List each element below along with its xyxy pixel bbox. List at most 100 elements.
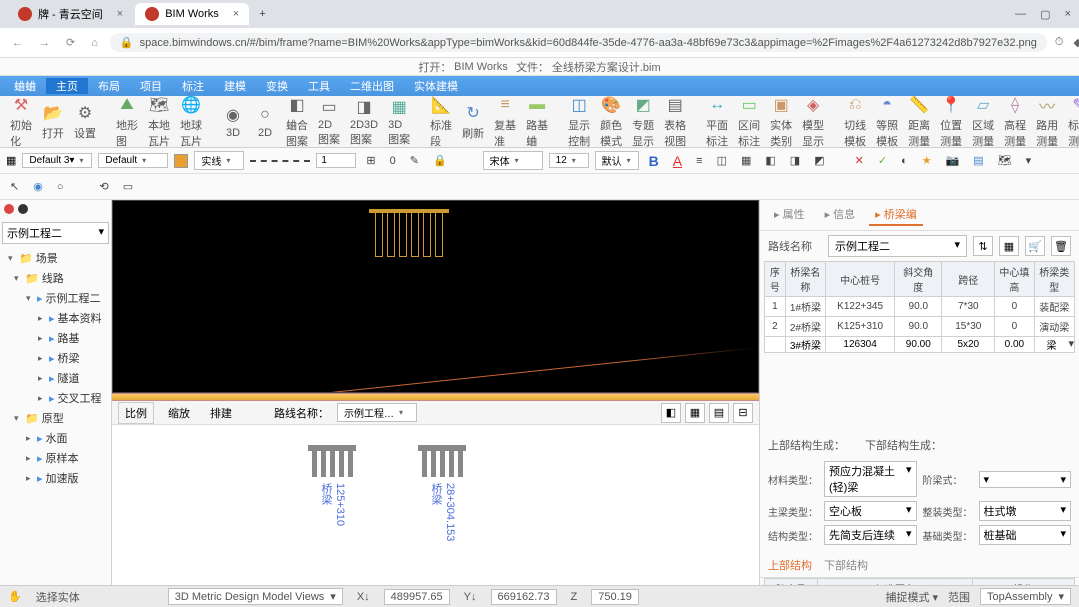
tree-node[interactable]: ▸▸隧道 xyxy=(2,368,109,388)
ribbon-复基准[interactable]: ≡复基准 xyxy=(490,96,520,148)
cell-input[interactable] xyxy=(895,337,941,352)
black-dot-icon[interactable] xyxy=(18,204,28,214)
red-dot-icon[interactable] xyxy=(4,204,14,214)
ribbon-蛐合图案[interactable]: ◧蛐合图案 xyxy=(282,96,312,148)
layers-icon[interactable]: ▤ xyxy=(969,154,987,167)
cell-input[interactable] xyxy=(786,337,825,352)
reload-icon[interactable]: ⟳ xyxy=(62,36,79,49)
form-select[interactable]: 预应力混凝土(轻)梁▾ xyxy=(824,461,917,497)
menu-item-2[interactable]: 布局 xyxy=(88,78,130,94)
bold-button[interactable]: B xyxy=(645,153,663,169)
ribbon-2D图案[interactable]: ▭2D图案 xyxy=(314,96,344,147)
ribbon-初始化[interactable]: ⚒初始化 xyxy=(6,96,36,148)
tool-icon[interactable]: 0 xyxy=(386,155,400,167)
linewidth-input[interactable] xyxy=(316,153,356,168)
tree-node[interactable]: ▾📁线路 xyxy=(2,268,109,288)
tool-icon[interactable]: ◧ xyxy=(761,154,779,167)
ribbon-切线模板[interactable]: ⎌切线模板 xyxy=(840,96,870,148)
subtab-upper[interactable]: 上部结构 xyxy=(768,557,812,573)
ribbon-地形图[interactable]: ⛰地形图 xyxy=(112,96,142,148)
new-tab-button[interactable]: + xyxy=(251,8,273,20)
scope-select[interactable]: TopAssembly ▾ xyxy=(980,588,1071,605)
tool-icon[interactable]: ▦ xyxy=(737,154,755,167)
ribbon-路用测量[interactable]: 〰路用测量 xyxy=(1032,96,1062,148)
3d-viewport[interactable]: 修改桥梁 × 中心桩号桥梁名称斜交角度：▲▼跨径表达式：确定取消 xyxy=(112,200,759,393)
ribbon-实体类别[interactable]: ▣实体类别 xyxy=(766,96,796,148)
font-color-button[interactable]: A xyxy=(669,153,686,169)
ribbon-标准段[interactable]: 📐标准段 xyxy=(426,96,456,148)
right-tab-0[interactable]: ▸ 属性 xyxy=(768,204,811,226)
ribbon-模型显示[interactable]: ◈模型显示 xyxy=(798,96,828,148)
ribbon-显示控制[interactable]: ◫显示控制 xyxy=(564,96,594,148)
url-input[interactable]: 🔒 space.bimwindows.cn/#/bim/frame?name=B… xyxy=(110,33,1047,52)
right-tab-2[interactable]: ▸ 桥梁编 xyxy=(869,204,923,226)
align-left-icon[interactable]: ≡ xyxy=(692,155,706,167)
ribbon-标注测量[interactable]: ✎标注测量 xyxy=(1064,96,1079,148)
ribbon-区间标注[interactable]: ▭区间标注 xyxy=(734,96,764,148)
ribbon-2D[interactable]: ○2D xyxy=(250,104,280,139)
ribbon-2D3D图案[interactable]: ◨2D3D图案 xyxy=(346,96,382,147)
tree-node[interactable]: ▸▸路基 xyxy=(2,328,109,348)
tree-node[interactable]: ▸▸桥梁 xyxy=(2,348,109,368)
close-icon[interactable]: × xyxy=(117,8,123,20)
y-value[interactable]: 669162.73 xyxy=(491,589,557,605)
delete-icon[interactable]: 🗑 xyxy=(1051,236,1071,256)
ribbon-专题显示[interactable]: ◩专题显示 xyxy=(628,96,658,148)
ribbon-平面标注[interactable]: ↔平面标注 xyxy=(702,96,732,148)
subtab-lower[interactable]: 下部结构 xyxy=(824,557,868,573)
ribbon-打开[interactable]: 📂打开 xyxy=(38,102,68,141)
tool-icon[interactable]: ⟲ xyxy=(95,180,112,193)
view-icon[interactable]: ◧ xyxy=(661,403,681,423)
close-icon[interactable]: ✕ xyxy=(851,154,868,167)
cell-input[interactable] xyxy=(942,337,994,352)
tree-node[interactable]: ▾▸示例工程二 xyxy=(2,288,109,308)
home-icon[interactable]: ⌂ xyxy=(87,37,102,49)
grid-icon[interactable]: ▦ xyxy=(6,154,16,167)
ribbon-高程测量[interactable]: ⟠高程测量 xyxy=(1000,96,1030,148)
tree-node[interactable]: ▸▸基本资料 xyxy=(2,308,109,328)
camera-icon[interactable]: 📷 xyxy=(942,154,964,167)
snap-mode[interactable]: 捕捉模式 ▾ xyxy=(885,589,938,605)
star-icon[interactable]: ★ xyxy=(918,154,936,167)
table-row-new[interactable]: ▾ xyxy=(765,337,1075,353)
menu-item-8[interactable]: 二维出图 xyxy=(340,78,404,94)
form-select[interactable]: 桩基础▾ xyxy=(979,525,1072,545)
ribbon-颜色模式[interactable]: 🎨颜色模式 xyxy=(596,96,626,148)
check-icon[interactable]: ✓ xyxy=(874,154,891,167)
tool-icon[interactable]: ✎ xyxy=(406,154,423,167)
tool-icon[interactable]: ◩ xyxy=(810,154,828,167)
view-icon[interactable]: ▤ xyxy=(709,403,729,423)
menu-item-0[interactable]: 蛐蛐 xyxy=(4,78,46,94)
menu-item-5[interactable]: 建模 xyxy=(214,78,256,94)
tree-node[interactable]: ▸▸原样本 xyxy=(2,448,109,468)
zoom-button[interactable]: 缩放 xyxy=(162,403,196,423)
tool-icon[interactable]: ○ xyxy=(53,181,68,193)
tool-icon[interactable]: ◫ xyxy=(713,154,731,167)
ribbon-距离测量[interactable]: 📏距离测量 xyxy=(904,96,934,148)
scale-button[interactable]: 比例 xyxy=(118,402,154,424)
menu-item-9[interactable]: 实体建模 xyxy=(404,78,468,94)
tree-node[interactable]: ▾📁场景 xyxy=(2,248,109,268)
ribbon-区域测量[interactable]: ▱区域测量 xyxy=(968,96,998,148)
tree-node[interactable]: ▾📁原型 xyxy=(2,408,109,428)
route-select[interactable]: 示例工程… xyxy=(337,403,417,422)
layout-button[interactable]: 排建 xyxy=(204,403,238,423)
back-icon[interactable]: ← xyxy=(8,37,27,49)
hand-icon[interactable]: ✋ xyxy=(8,590,22,603)
table-row[interactable]: 11#桥梁K122+34590.07*300装配梁 xyxy=(765,297,1075,317)
ribbon-3D图案[interactable]: ▦3D图案 xyxy=(384,96,414,147)
form-select[interactable]: 柱式墩▾ xyxy=(979,501,1072,521)
tree-node[interactable]: ▸▸交叉工程 xyxy=(2,388,109,408)
browser-tab-0[interactable]: 牌 - 青云空间 × xyxy=(8,2,133,26)
ribbon-地球瓦片[interactable]: 🌐地球瓦片 xyxy=(176,96,206,148)
viewport-splitter[interactable] xyxy=(112,393,759,401)
route-select[interactable]: 示例工程二▾ xyxy=(828,235,967,257)
form-select[interactable]: 空心板▾ xyxy=(824,501,917,521)
cart-icon[interactable]: 🛒 xyxy=(1025,236,1045,256)
browser-tab-1[interactable]: BIM Works × xyxy=(135,3,249,25)
layer-select[interactable]: Default 3▾ xyxy=(22,153,92,168)
ribbon-3D[interactable]: ◉3D xyxy=(218,104,248,139)
close-icon[interactable]: × xyxy=(233,8,239,20)
map-icon[interactable]: 🗺 xyxy=(994,154,1016,167)
ribbon-本地瓦片[interactable]: 🗺本地瓦片 xyxy=(144,96,174,148)
